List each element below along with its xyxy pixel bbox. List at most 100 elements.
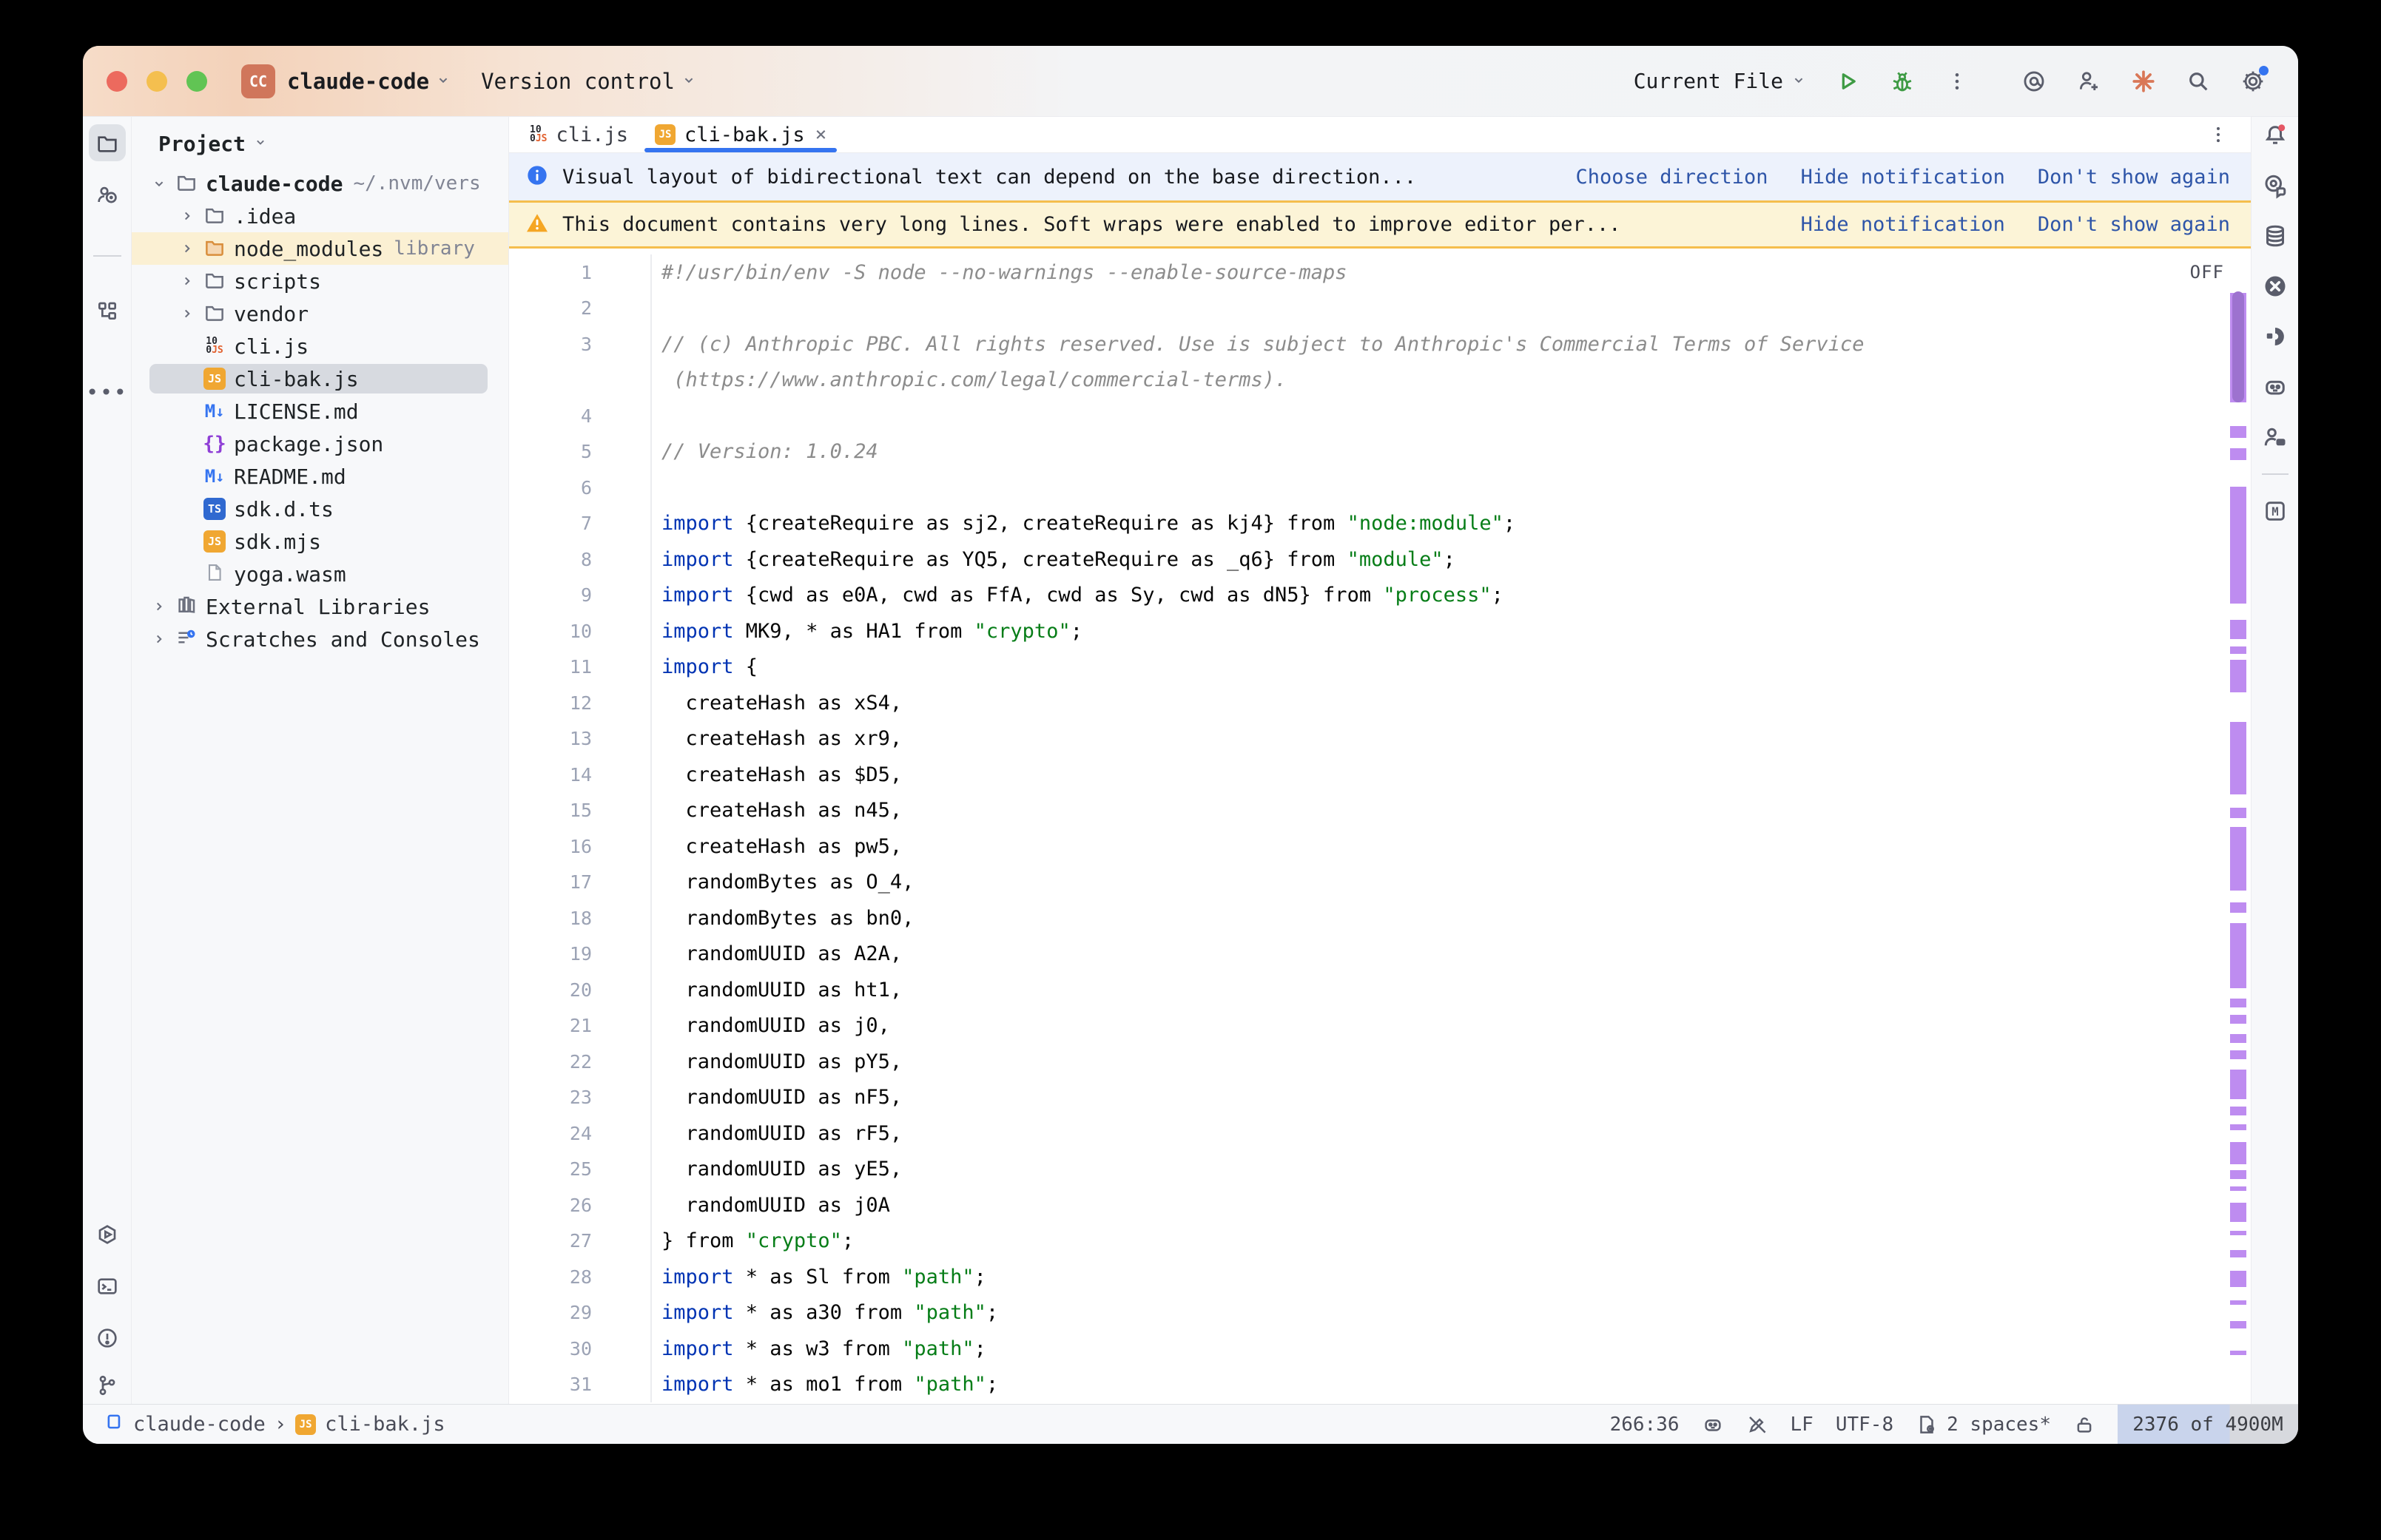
code-line-13[interactable]: 13 createHash as xr9, — [509, 721, 2251, 757]
more-tool-windows-icon[interactable]: ••• — [89, 374, 126, 411]
readonly-pen-icon[interactable] — [1746, 1414, 1768, 1436]
tree-item-sdk.d.ts[interactable]: TSsdk.d.ts — [132, 493, 508, 525]
search-everywhere-icon[interactable] — [2184, 67, 2212, 95]
tree-item-cli-bak.js[interactable]: JScli-bak.js — [132, 362, 508, 395]
chevron-right-icon[interactable] — [175, 208, 200, 224]
code-line-23[interactable]: 23 randomUUID as nF5, — [509, 1080, 2251, 1116]
problems-tool-icon[interactable] — [89, 1320, 126, 1357]
code-line-1[interactable]: 1#!/usr/bin/env -S node --no-warnings --… — [509, 254, 2251, 291]
code-line-24[interactable]: 24 randomUUID as rF5, — [509, 1115, 2251, 1152]
tree-item-scripts[interactable]: scripts — [132, 265, 508, 297]
vcs-menu[interactable]: Version control — [481, 69, 697, 94]
chevron-right-icon[interactable] — [147, 598, 172, 615]
code-line-4[interactable]: 4 — [509, 398, 2251, 434]
tree-item-README.md[interactable]: M↓README.md — [132, 460, 508, 493]
code-line-21[interactable]: 21 randomUUID as j0, — [509, 1008, 2251, 1044]
robot-assistant-icon[interactable] — [2261, 373, 2289, 401]
code-line-12[interactable]: 12 createHash as xS4, — [509, 685, 2251, 721]
code-line-15[interactable]: 15 createHash as n45, — [509, 793, 2251, 829]
code-line-25[interactable]: 25 randomUUID as yE5, — [509, 1152, 2251, 1188]
chevron-right-icon[interactable] — [147, 631, 172, 647]
code-line-31[interactable]: 31import * as mo1 from "path"; — [509, 1367, 2251, 1403]
code-line-5[interactable]: 5// Version: 1.0.24 — [509, 434, 2251, 470]
caret-position[interactable]: 266:36 — [1610, 1414, 1680, 1436]
plugin-shield-icon[interactable] — [2261, 322, 2289, 351]
code-with-me-icon[interactable] — [2261, 423, 2289, 451]
code-line-8[interactable]: 8import {createRequire as YQ5, createReq… — [509, 541, 2251, 578]
ai-chat-tool-icon[interactable] — [2261, 172, 2289, 200]
add-user-icon[interactable] — [2075, 67, 2103, 95]
code-line-30[interactable]: 30import * as w3 from "path"; — [509, 1331, 2251, 1367]
tree-item-node_modules[interactable]: node_moduleslibrary — [132, 232, 508, 265]
code-line-18[interactable]: 18 randomBytes as bn0, — [509, 900, 2251, 936]
run-button[interactable] — [1833, 67, 1862, 95]
breadcrumb-file[interactable]: cli-bak.js — [325, 1413, 445, 1436]
tree-item-External Libraries[interactable]: External Libraries — [132, 590, 508, 623]
pull-requests-tool-icon[interactable] — [89, 176, 126, 213]
minimize-window-button[interactable] — [147, 71, 167, 92]
project-tool-icon[interactable] — [89, 124, 126, 161]
debug-button[interactable] — [1888, 67, 1916, 95]
chevron-right-icon[interactable] — [175, 305, 200, 322]
tree-item-claude-code[interactable]: claude-code~/.nvm/vers — [132, 167, 508, 200]
tree-item-cli.js[interactable]: 100JScli.js — [132, 330, 508, 362]
code-line-7[interactable]: 7import {createRequire as sj2, createReq… — [509, 506, 2251, 542]
code-line-wrap[interactable]: (https://www.anthropic.com/legal/commerc… — [509, 362, 2251, 399]
tree-item-package.json[interactable]: {}package.json — [132, 428, 508, 460]
code-line-19[interactable]: 19 randomUUID as A2A, — [509, 936, 2251, 973]
breadcrumb-project[interactable]: claude-code — [133, 1413, 266, 1436]
close-tab-icon[interactable]: × — [815, 124, 827, 146]
code-line-27[interactable]: 27} from "crypto"; — [509, 1223, 2251, 1260]
code-line-9[interactable]: 9import {cwd as e0A, cwd as FfA, cwd as … — [509, 578, 2251, 614]
code-line-20[interactable]: 20 randomUUID as ht1, — [509, 972, 2251, 1008]
robot-status-icon[interactable] — [1702, 1414, 1724, 1436]
code-line-26[interactable]: 26 randomUUID as j0A — [509, 1187, 2251, 1223]
chevron-right-icon[interactable] — [175, 273, 200, 289]
notifications-bell-icon[interactable] — [2261, 121, 2289, 149]
code-line-10[interactable]: 10import MK9, * as HA1 from "crypto"; — [509, 613, 2251, 649]
tree-item-LICENSE.md[interactable]: M↓LICENSE.md — [132, 395, 508, 428]
tab-cli-bak-js[interactable]: JS cli-bak.js × — [641, 117, 840, 152]
ai-assistant-icon[interactable] — [2020, 67, 2048, 95]
tree-item-yoga.wasm[interactable]: yoga.wasm — [132, 558, 508, 590]
chevron-down-icon[interactable] — [147, 175, 172, 192]
code-line-28[interactable]: 28import * as Sl from "path"; — [509, 1259, 2251, 1295]
close-window-button[interactable] — [107, 71, 127, 92]
dont-show-again-link[interactable]: Don't show again — [2038, 213, 2230, 236]
code-line-22[interactable]: 22 randomUUID as pY5, — [509, 1044, 2251, 1080]
dont-show-again-link[interactable]: Don't show again — [2038, 166, 2230, 189]
memory-indicator[interactable]: 2376 of 4900M — [2118, 1405, 2298, 1445]
code-line-14[interactable]: 14 createHash as $D5, — [509, 757, 2251, 793]
x-plugin-icon[interactable] — [2261, 272, 2289, 300]
project-panel-header[interactable]: Project — [132, 123, 508, 164]
hide-notification-link[interactable]: Hide notification — [1801, 213, 2005, 236]
code-line-17[interactable]: 17 randomBytes as O_4, — [509, 865, 2251, 901]
code-line-3[interactable]: 3// (c) Anthropic PBC. All rights reserv… — [509, 326, 2251, 362]
lock-icon[interactable] — [2073, 1414, 2095, 1436]
line-ending[interactable]: LF — [1791, 1414, 1813, 1436]
editor-scrollbar[interactable] — [2229, 249, 2248, 1404]
settings-gear-icon[interactable] — [2239, 67, 2267, 95]
claude-plugin-icon[interactable] — [2129, 67, 2158, 95]
tree-item-.idea[interactable]: .idea — [132, 200, 508, 232]
code-line-11[interactable]: 11import { — [509, 649, 2251, 686]
code-line-29[interactable]: 29import * as a30 from "path"; — [509, 1295, 2251, 1331]
indent-config-icon[interactable] — [1916, 1414, 1938, 1436]
tree-item-Scratches and Consoles[interactable]: Scratches and Consoles — [132, 623, 508, 655]
run-configuration-selector[interactable]: Current File — [1634, 69, 1807, 93]
code-line-16[interactable]: 16 createHash as pw5, — [509, 828, 2251, 865]
run-tool-icon[interactable] — [89, 1216, 126, 1253]
chevron-right-icon[interactable] — [175, 240, 200, 257]
m-plugin-icon[interactable]: M — [2261, 497, 2289, 525]
more-actions-icon[interactable] — [1943, 67, 1971, 95]
scrollbar-thumb[interactable] — [2232, 291, 2244, 402]
tab-list-options-icon[interactable] — [2208, 117, 2229, 152]
project-menu[interactable]: claude-code — [287, 69, 451, 94]
file-encoding[interactable]: UTF-8 — [1836, 1414, 1893, 1436]
code-area[interactable]: 1#!/usr/bin/env -S node --no-warnings --… — [509, 249, 2251, 1404]
tree-item-vendor[interactable]: vendor — [132, 297, 508, 330]
code-line-6[interactable]: 6 — [509, 470, 2251, 506]
hide-notification-link[interactable]: Hide notification — [1801, 166, 2005, 189]
indent-size[interactable]: 2 spaces* — [1947, 1414, 2051, 1436]
database-tool-icon[interactable] — [2261, 222, 2289, 250]
